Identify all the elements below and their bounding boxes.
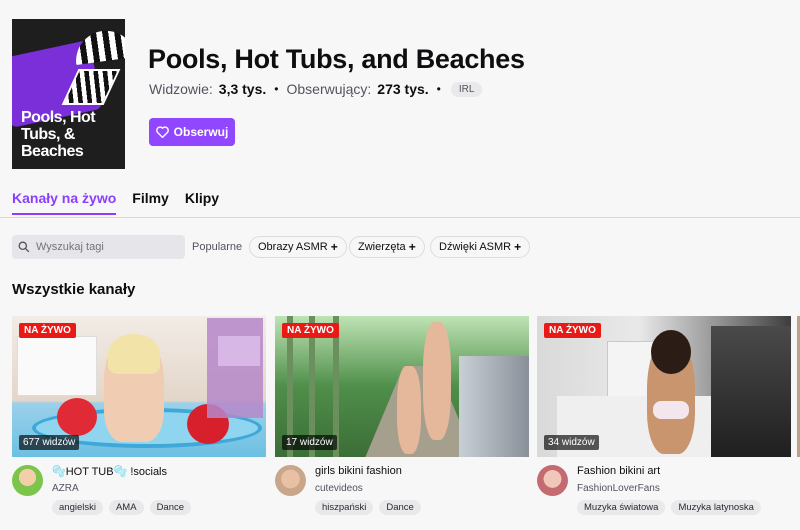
stream-card[interactable]: NA ŻYWO 17 widzów girls bikini fashion c…	[275, 316, 529, 517]
stream-tags: hiszpański Dance	[315, 500, 421, 515]
stream-info: girls bikini fashion cutevideos hiszpańs…	[275, 457, 529, 517]
popular-label: Popularne	[192, 241, 243, 253]
live-badge: NA ŻYWO	[19, 323, 76, 338]
stream-tags: angielski AMA Dance	[52, 500, 192, 515]
filter-tag-label: Obrazy ASMR	[258, 241, 328, 253]
stream-title[interactable]: 🫧HOT TUB🫧 !socials	[52, 465, 167, 478]
stream-tag[interactable]: Dance	[379, 500, 421, 515]
filter-tag-asmr-sounds[interactable]: Dźwięki ASMR +	[430, 236, 531, 258]
avatar[interactable]	[275, 465, 306, 496]
filter-tag-asmr-images[interactable]: Obrazy ASMR +	[249, 236, 347, 258]
stream-title[interactable]: Fashion bikini art	[577, 465, 660, 477]
thumbnail-art	[459, 356, 529, 457]
category-tabs: Kanały na żywo Filmy Klipy	[12, 190, 219, 215]
avatar[interactable]	[537, 465, 568, 496]
tab-videos[interactable]: Filmy	[132, 190, 169, 215]
stream-tag[interactable]: hiszpański	[315, 500, 374, 515]
filter-tag-animals[interactable]: Zwierzęta +	[349, 236, 425, 258]
thumbnail-art	[653, 401, 689, 419]
stream-tag[interactable]: AMA	[108, 500, 144, 515]
thumbnail-art	[17, 336, 97, 396]
category-title: Pools, Hot Tubs, and Beaches	[148, 44, 525, 74]
filter-tag-label: Dźwięki ASMR	[439, 241, 512, 253]
thumbnail-art	[57, 398, 97, 436]
thumbnail-art	[108, 334, 160, 374]
avatar[interactable]	[12, 465, 43, 496]
thumbnail-art	[423, 322, 451, 440]
stream-thumbnail[interactable]: NA ŻYWO 34 widzów	[537, 316, 791, 457]
viewer-count: 17 widzów	[282, 435, 337, 450]
stream-tags: Muzyka światowa Muzyka latynoska	[577, 500, 761, 515]
heart-icon	[155, 126, 169, 138]
live-badge: NA ŻYWO	[544, 323, 601, 338]
section-title: Wszystkie kanały	[12, 281, 136, 298]
tag-search[interactable]	[12, 235, 185, 259]
tabs-divider	[0, 217, 800, 218]
stream-tag[interactable]: Dance	[149, 500, 192, 515]
live-badge: NA ŻYWO	[282, 323, 339, 338]
plus-icon: +	[330, 240, 338, 254]
stream-card[interactable]: NA ŻYWO 677 widzów 🫧HOT TUB🫧 !socials AZ…	[12, 316, 266, 517]
channel-name[interactable]: AZRA	[52, 483, 79, 494]
stream-title[interactable]: girls bikini fashion	[315, 465, 402, 477]
channel-name[interactable]: cutevideos	[315, 483, 363, 494]
follow-label: Obserwuj	[173, 125, 229, 139]
category-tag[interactable]: IRL	[450, 81, 483, 97]
stream-tag[interactable]: Muzyka latynoska	[671, 500, 761, 515]
viewer-count: 34 widzów	[544, 435, 599, 450]
box-art-title: Pools, Hot Tubs, & Beaches	[21, 109, 96, 160]
thumbnail-art	[218, 336, 260, 366]
stream-tag[interactable]: angielski	[52, 500, 103, 515]
stream-thumbnail[interactable]: NA ŻYWO 677 widzów	[12, 316, 266, 457]
tag-search-input[interactable]	[36, 241, 176, 253]
stream-card[interactable]: NA ŻYWO 34 widzów Fashion bikini art Fas…	[537, 316, 791, 517]
thumbnail-art	[207, 318, 263, 418]
stream-info: Fashion bikini art FashionLoverFans Muzy…	[537, 457, 791, 517]
category-stats: Widzowie: 3,3 tys. • Obserwujący: 273 ty…	[149, 81, 483, 97]
category-box-art: Pools, Hot Tubs, & Beaches	[12, 19, 125, 169]
channel-name[interactable]: FashionLoverFans	[577, 483, 660, 494]
plus-icon: +	[514, 240, 522, 254]
search-icon	[18, 241, 30, 253]
stream-info: 🫧HOT TUB🫧 !socials AZRA angielski AMA Da…	[12, 457, 266, 517]
tab-live-channels[interactable]: Kanały na żywo	[12, 190, 117, 215]
tab-clips[interactable]: Klipy	[185, 190, 219, 215]
viewers-label: Widzowie:	[149, 81, 213, 97]
separator-dot: •	[274, 82, 279, 96]
viewer-count: 677 widzów	[19, 435, 80, 450]
thumbnail-art	[651, 330, 691, 374]
stream-tag[interactable]: Muzyka światowa	[577, 500, 666, 515]
umbrella-shape	[72, 26, 125, 66]
follow-button[interactable]: Obserwuj	[149, 118, 235, 146]
filter-tag-label: Zwierzęta	[358, 241, 406, 253]
plus-icon: +	[408, 240, 416, 254]
stream-thumbnail[interactable]: NA ŻYWO 17 widzów	[275, 316, 529, 457]
separator-dot: •	[436, 82, 441, 96]
followers-value: 273 tys.	[377, 81, 429, 97]
viewers-value: 3,3 tys.	[218, 81, 267, 97]
followers-label: Obserwujący:	[286, 81, 372, 97]
thumbnail-art	[397, 366, 421, 454]
thumbnail-art	[711, 326, 791, 457]
